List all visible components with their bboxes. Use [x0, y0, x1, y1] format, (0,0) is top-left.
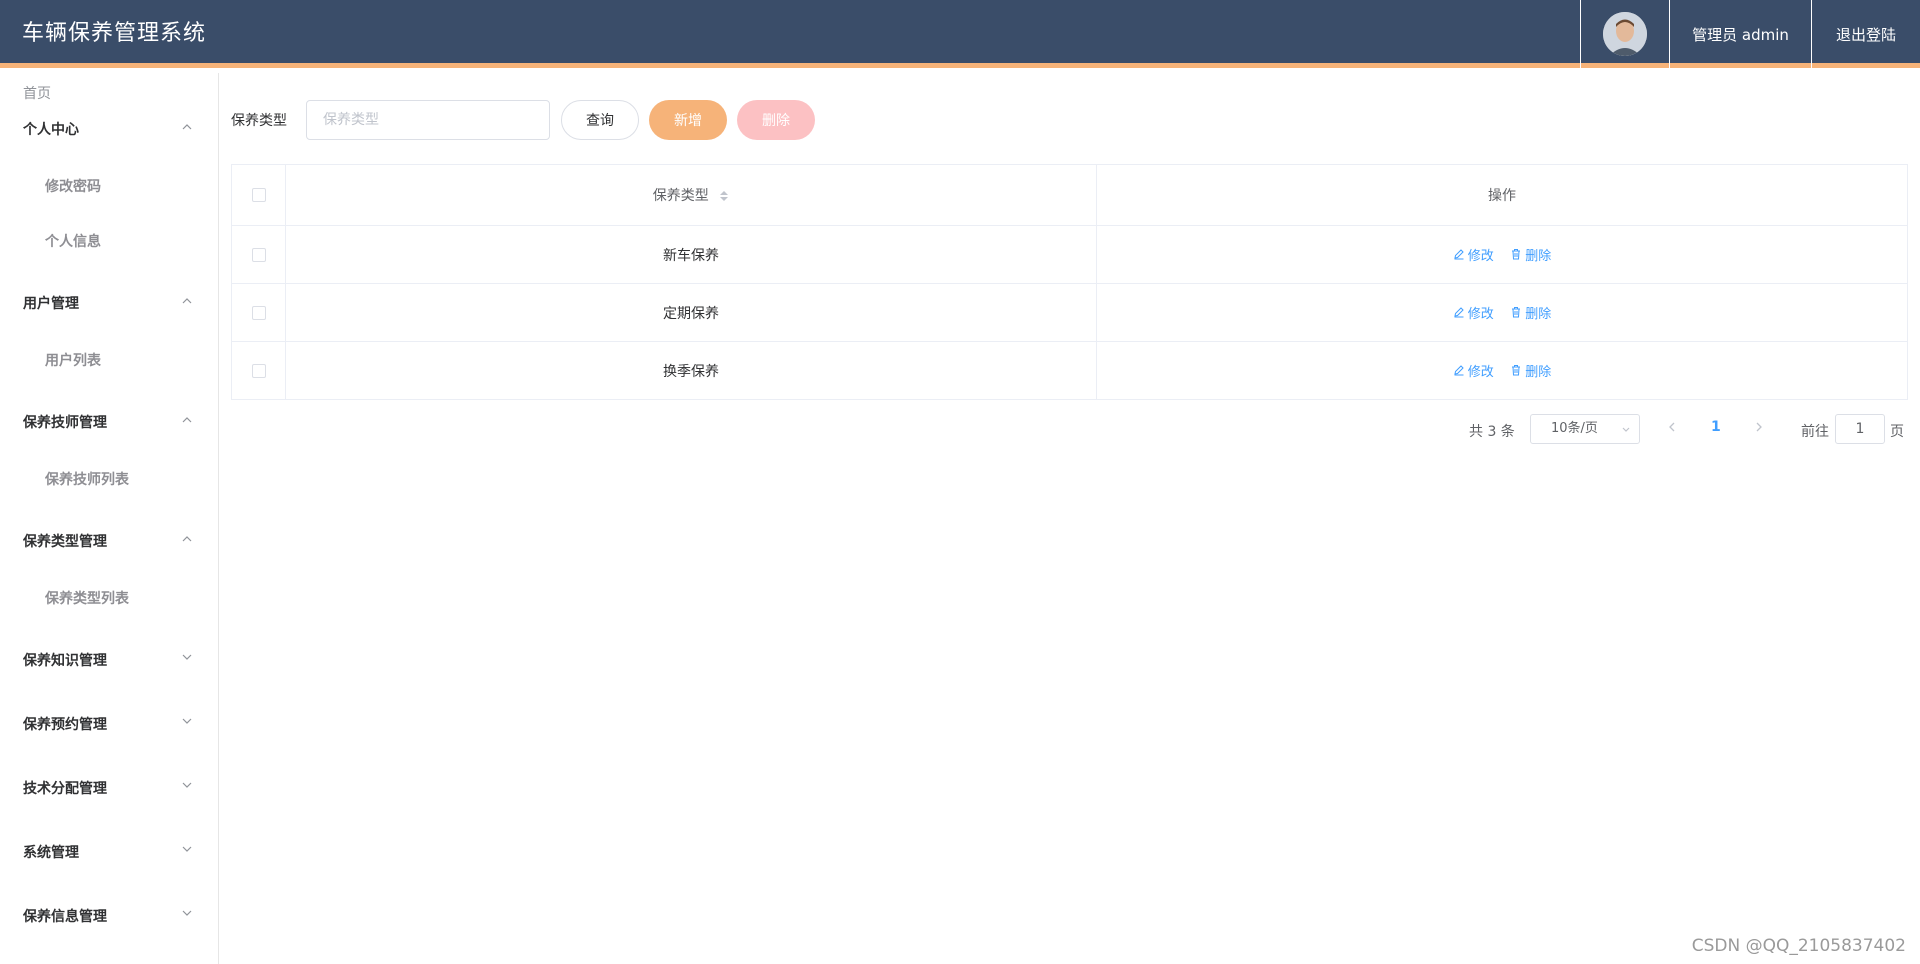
sidebar-item-user-list[interactable]: 用户列表 — [45, 350, 101, 370]
add-button[interactable]: 新增 — [649, 100, 727, 140]
edit-button[interactable]: 修改 — [1453, 303, 1494, 322]
search-label: 保养类型 — [231, 113, 287, 129]
row-checkbox[interactable] — [251, 305, 266, 320]
sidebar-group-knowledge-management[interactable]: 保养知识管理 — [23, 650, 107, 670]
chevron-up-icon[interactable] — [180, 120, 194, 134]
data-table: 保养类型 操作 新车保养 修改 删除 定期保养 修改 删除 换季保养 修改 删除 — [231, 164, 1908, 400]
delete-label: 删除 — [1525, 306, 1552, 322]
edit-icon — [1454, 307, 1464, 318]
sidebar-item-technician-list[interactable]: 保养技师列表 — [45, 469, 129, 489]
table-row: 定期保养 修改 删除 — [231, 283, 1908, 342]
edit-button[interactable]: 修改 — [1453, 361, 1494, 380]
chevron-down-icon[interactable] — [180, 778, 194, 792]
sidebar-group-type-management[interactable]: 保养类型管理 — [23, 531, 107, 551]
avatar-cell[interactable] — [1580, 0, 1669, 68]
app-title: 车辆保养管理系统 — [22, 21, 207, 46]
chevron-down-icon[interactable] — [180, 906, 194, 920]
cell-type: 定期保养 — [285, 283, 1097, 342]
prev-page-icon[interactable] — [1666, 421, 1678, 433]
page-number-current[interactable]: 1 — [1711, 419, 1721, 435]
edit-label: 修改 — [1467, 248, 1494, 264]
trash-icon — [1512, 307, 1521, 318]
edit-icon — [1454, 249, 1464, 260]
edit-button[interactable]: 修改 — [1453, 245, 1494, 264]
column-header-actions: 操作 — [1096, 164, 1908, 226]
watermark: CSDN @QQ_2105837402 — [1691, 936, 1906, 956]
chevron-down-icon[interactable] — [180, 650, 194, 664]
chevron-up-icon[interactable] — [180, 413, 194, 427]
sidebar-item-personal-info[interactable]: 个人信息 — [45, 231, 101, 251]
delete-button[interactable]: 删除 — [1510, 361, 1551, 380]
page-unit-label: 页 — [1890, 424, 1904, 440]
edit-label: 修改 — [1467, 364, 1494, 380]
goto-label: 前往 — [1801, 424, 1829, 440]
delete-button[interactable]: 删除 — [1510, 303, 1551, 322]
sidebar-group-assignment-management[interactable]: 技术分配管理 — [23, 778, 107, 798]
chevron-down-icon[interactable] — [180, 714, 194, 728]
chevron-down-icon[interactable] — [180, 842, 194, 856]
header-actions: 管理员 admin 退出登陆 — [1580, 0, 1920, 68]
column-header-label: 保养类型 — [652, 188, 709, 204]
sidebar-group-technician-management[interactable]: 保养技师管理 — [23, 412, 107, 432]
sidebar-group-system-management[interactable]: 系统管理 — [23, 842, 79, 862]
delete-label: 删除 — [1525, 364, 1552, 380]
logout-button[interactable]: 退出登陆 — [1811, 0, 1920, 68]
top-header: 车辆保养管理系统 管理员 admin 退出登陆 — [0, 0, 1920, 68]
select-all-checkbox[interactable] — [251, 188, 266, 202]
query-button[interactable]: 查询 — [561, 100, 639, 140]
delete-label: 删除 — [1525, 248, 1552, 264]
cell-type: 换季保养 — [285, 341, 1097, 400]
sidebar-group-user-management[interactable]: 用户管理 — [23, 293, 79, 313]
header-select-all[interactable] — [231, 164, 286, 226]
sidebar-item-home[interactable]: 首页 — [23, 83, 51, 103]
chevron-up-icon[interactable] — [180, 294, 194, 308]
edit-label: 修改 — [1467, 306, 1494, 322]
sidebar-item-type-list[interactable]: 保养类型列表 — [45, 588, 129, 608]
sidebar-group-appointment-management[interactable]: 保养预约管理 — [23, 714, 107, 734]
trash-icon — [1512, 249, 1521, 260]
chevron-up-icon[interactable] — [180, 532, 194, 546]
row-checkbox[interactable] — [251, 247, 266, 262]
page-size-select[interactable]: 10条/页 — [1530, 414, 1640, 444]
next-page-icon[interactable] — [1753, 421, 1765, 433]
row-checkbox[interactable] — [251, 363, 266, 378]
table-header-row: 保养类型 操作 — [231, 164, 1908, 226]
sidebar-item-change-password[interactable]: 修改密码 — [45, 176, 101, 196]
page-size-value: 10条/页 — [1551, 421, 1598, 436]
sidebar-group-maintenance-info[interactable]: 保养信息管理 — [23, 906, 107, 926]
trash-icon — [1512, 365, 1521, 376]
table-row: 换季保养 修改 删除 — [231, 341, 1908, 400]
sidebar-group-personal-center[interactable]: 个人中心 — [23, 119, 79, 139]
pagination-total: 共 3 条 — [1469, 424, 1515, 440]
edit-icon — [1454, 365, 1464, 376]
main-content: 保养类型 查询 新增 删除 保养类型 操作 — [220, 73, 1920, 964]
search-input[interactable] — [306, 100, 550, 140]
goto-page-input[interactable] — [1835, 414, 1885, 444]
current-user: 管理员 admin — [1669, 0, 1811, 68]
sidebar: 首页 个人中心 修改密码 个人信息 用户管理 用户列表 保养技师管理 保养技师列… — [0, 73, 219, 964]
sort-icon[interactable] — [719, 189, 729, 203]
delete-button[interactable]: 删除 — [1510, 245, 1551, 264]
column-header-type[interactable]: 保养类型 — [285, 164, 1097, 226]
table-row: 新车保养 修改 删除 — [231, 225, 1908, 284]
avatar[interactable] — [1603, 12, 1647, 56]
cell-type: 新车保养 — [285, 225, 1097, 284]
chevron-down-icon — [1622, 427, 1630, 432]
batch-delete-button[interactable]: 删除 — [737, 100, 815, 140]
